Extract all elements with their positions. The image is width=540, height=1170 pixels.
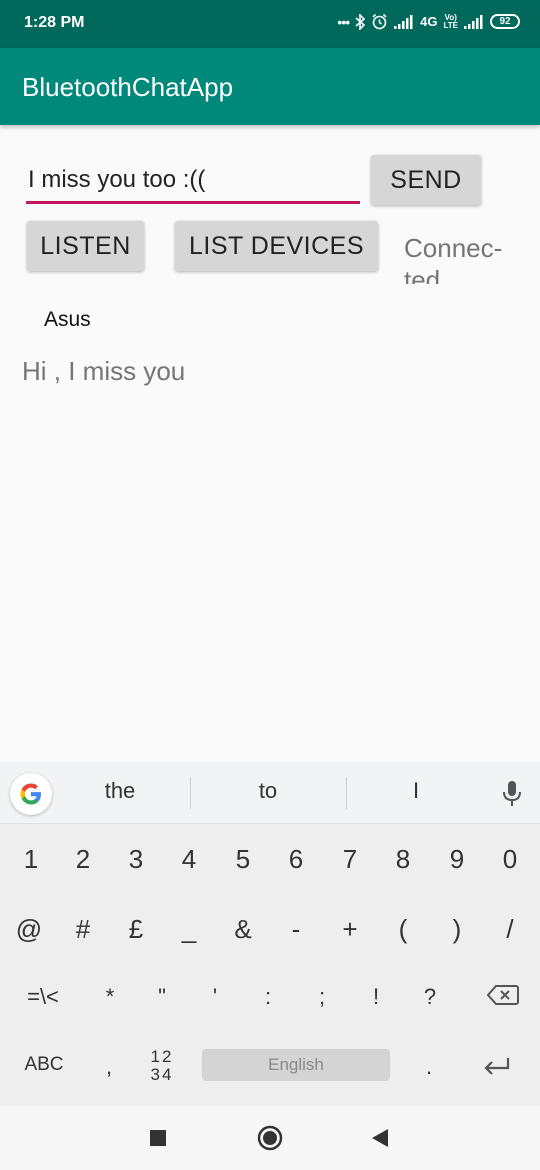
- status-bar: 1:28 PM ••• 4G Vo) LTE 92: [0, 0, 540, 48]
- received-message: Hi , I miss you: [22, 356, 186, 386]
- key-colon[interactable]: :: [243, 984, 293, 1010]
- key-close-paren[interactable]: ): [432, 914, 482, 945]
- status-icons: ••• 4G Vo) LTE 92: [337, 13, 520, 30]
- key-pound[interactable]: £: [111, 914, 161, 945]
- key-5[interactable]: 5: [218, 844, 268, 875]
- message-input[interactable]: [26, 162, 360, 204]
- connection-status-label: Connec-ted: [404, 233, 503, 284]
- app-title: BluetoothChatApp: [22, 72, 234, 102]
- key-1[interactable]: 1: [6, 844, 56, 875]
- navigation-bar: [0, 1106, 540, 1170]
- battery-icon: 92: [490, 14, 520, 29]
- key-slash[interactable]: /: [485, 914, 535, 945]
- suggestion-1[interactable]: the: [70, 778, 170, 804]
- key-at[interactable]: @: [4, 914, 54, 945]
- keyboard: the to I 1 2 3 4 5 6 7 8 9 0 @ # £ _ & -…: [0, 762, 540, 1106]
- connection-status: Connec-ted: [404, 232, 534, 284]
- google-g-icon[interactable]: [10, 773, 52, 815]
- suggestion-bar: the to I: [0, 762, 540, 824]
- alarm-icon: [371, 13, 388, 30]
- device-name: Asus: [44, 308, 91, 331]
- key-double-quote[interactable]: ": [137, 984, 187, 1010]
- list-devices-button[interactable]: LIST DEVICES: [175, 221, 378, 271]
- triangle-back-icon[interactable]: [371, 1128, 389, 1152]
- key-hash[interactable]: #: [58, 914, 108, 945]
- key-comma[interactable]: ,: [84, 1054, 134, 1080]
- volte-indicator: Vo) LTE: [443, 12, 458, 30]
- square-icon[interactable]: [150, 1130, 166, 1146]
- key-single-quote[interactable]: ': [190, 984, 240, 1010]
- network-type: 4G: [420, 14, 438, 29]
- key-7[interactable]: 7: [325, 844, 375, 875]
- key-more-symbols[interactable]: =\<: [18, 984, 68, 1010]
- bluetooth-icon: [355, 13, 366, 30]
- app-bar: BluetoothChatApp: [0, 48, 540, 125]
- key-underscore[interactable]: _: [164, 914, 214, 945]
- key-question[interactable]: ?: [405, 984, 455, 1010]
- send-button[interactable]: SEND: [371, 155, 481, 205]
- key-asterisk[interactable]: *: [85, 984, 135, 1010]
- battery-level: 92: [490, 14, 520, 29]
- key-8[interactable]: 8: [378, 844, 428, 875]
- key-numeric-layout[interactable]: 12 34: [140, 1048, 184, 1084]
- status-time: 1:28 PM: [24, 14, 85, 31]
- key-6[interactable]: 6: [271, 844, 321, 875]
- suggestion-3[interactable]: I: [366, 778, 466, 804]
- key-2[interactable]: 2: [58, 844, 108, 875]
- circle-icon[interactable]: [257, 1125, 283, 1155]
- more-dots-icon: •••: [337, 13, 350, 30]
- device-list-item[interactable]: Asus: [0, 300, 540, 340]
- suggestion-divider: [190, 777, 191, 809]
- enter-icon[interactable]: [472, 1056, 522, 1081]
- signal-icon: [394, 14, 414, 29]
- key-exclamation[interactable]: !: [351, 984, 401, 1010]
- key-ampersand[interactable]: &: [218, 914, 268, 945]
- key-period[interactable]: .: [404, 1054, 454, 1080]
- backspace-icon[interactable]: [478, 984, 528, 1012]
- key-abc[interactable]: ABC: [14, 1054, 74, 1076]
- device-list: Asus: [0, 300, 540, 340]
- key-minus[interactable]: -: [271, 914, 321, 945]
- suggestion-2[interactable]: to: [218, 778, 318, 804]
- key-open-paren[interactable]: (: [378, 914, 428, 945]
- key-semicolon[interactable]: ;: [297, 984, 347, 1010]
- suggestion-divider: [346, 777, 347, 809]
- key-4[interactable]: 4: [164, 844, 214, 875]
- key-9[interactable]: 9: [432, 844, 482, 875]
- listen-button[interactable]: LISTEN: [27, 221, 144, 271]
- space-bar[interactable]: English: [202, 1049, 390, 1081]
- mic-icon[interactable]: [502, 780, 522, 812]
- key-0[interactable]: 0: [485, 844, 535, 875]
- key-plus[interactable]: +: [325, 914, 375, 945]
- key-3[interactable]: 3: [111, 844, 161, 875]
- signal-icon-2: [464, 14, 484, 29]
